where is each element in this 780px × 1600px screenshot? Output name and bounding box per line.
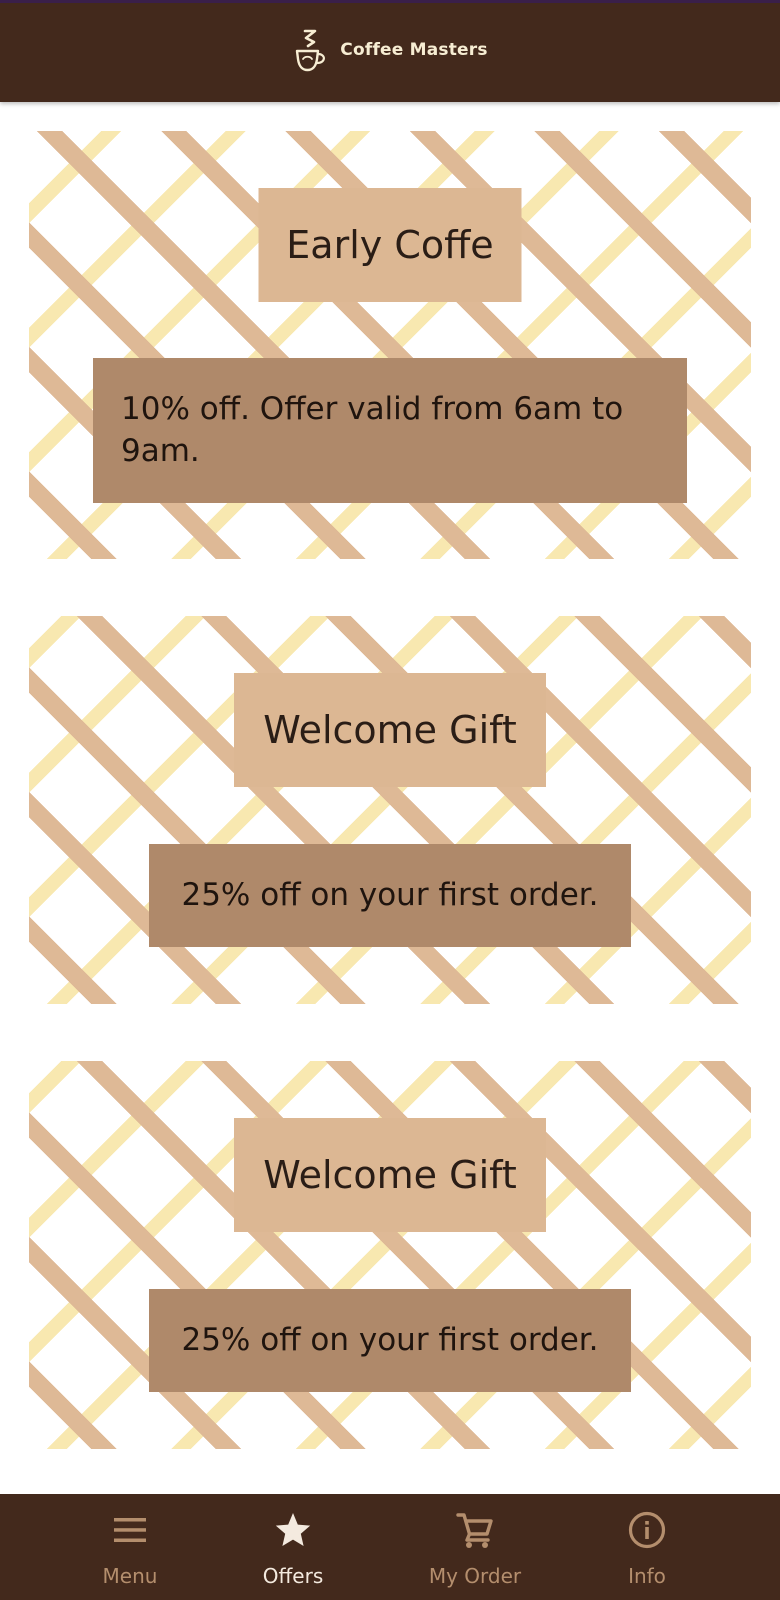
nav-item-menu[interactable]: Menu bbox=[45, 1494, 215, 1600]
nav-label: Info bbox=[628, 1564, 666, 1588]
offer-card[interactable]: Early Coffe 10% off. Offer valid from 6a… bbox=[29, 131, 751, 559]
star-icon bbox=[275, 1513, 311, 1546]
app-title: Coffee Masters bbox=[340, 40, 488, 60]
offer-card[interactable]: Welcome Gift 25% off on your first order… bbox=[29, 1061, 751, 1449]
offer-title: Welcome Gift bbox=[234, 1118, 546, 1232]
coffee-cup-logo-icon bbox=[296, 29, 326, 72]
brand: Coffee Masters bbox=[0, 28, 780, 72]
cart-icon bbox=[456, 1513, 493, 1548]
offer-description: 25% off on your first order. bbox=[149, 1289, 631, 1392]
bottom-navigation: Menu Offers My Order Info bbox=[0, 1494, 780, 1600]
offer-description: 25% off on your first order. bbox=[149, 844, 631, 947]
offer-title: Early Coffe bbox=[258, 188, 522, 302]
nav-label: Menu bbox=[102, 1564, 158, 1588]
menu-icon bbox=[114, 1518, 146, 1542]
nav-item-offers[interactable]: Offers bbox=[208, 1494, 378, 1600]
nav-item-my-order[interactable]: My Order bbox=[390, 1494, 560, 1600]
offer-card[interactable]: Welcome Gift 25% off on your first order… bbox=[29, 616, 751, 1004]
offer-description: 10% off. Offer valid from 6am to 9am. bbox=[93, 358, 687, 503]
nav-label: Offers bbox=[262, 1564, 324, 1588]
nav-item-info[interactable]: Info bbox=[562, 1494, 732, 1600]
app-header: Coffee Masters bbox=[0, 0, 780, 102]
nav-label: My Order bbox=[428, 1564, 522, 1588]
info-icon bbox=[628, 1511, 666, 1549]
offer-title: Welcome Gift bbox=[234, 673, 546, 787]
